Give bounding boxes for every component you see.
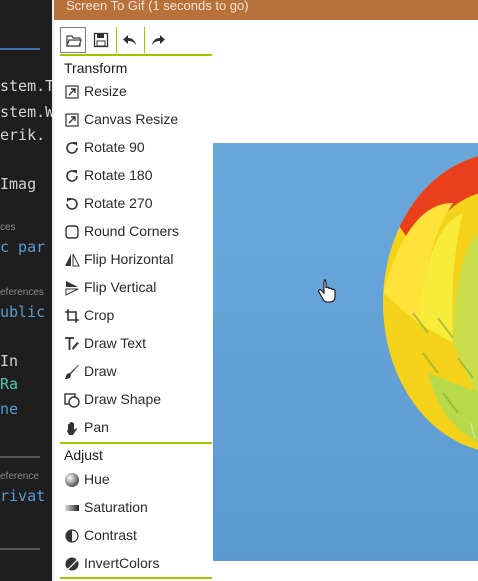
hot-air-balloon-photo <box>213 143 478 561</box>
code-line: c par <box>0 238 46 256</box>
undo-button[interactable] <box>116 27 142 53</box>
section-divider <box>60 442 212 444</box>
flip-vertical-item[interactable]: Flip Vertical <box>64 275 212 301</box>
draw-text-item[interactable]: Draw Text <box>64 331 212 357</box>
pan-label: Pan <box>84 419 109 435</box>
draw-text-label: Draw Text <box>84 335 146 351</box>
canvas-resize-item[interactable]: Canvas Resize <box>64 107 212 133</box>
section-divider <box>60 577 212 579</box>
pan-item[interactable]: Pan <box>64 415 212 441</box>
draw-shape-item[interactable]: Draw Shape <box>64 387 212 413</box>
code-line: Ra <box>0 375 19 393</box>
code-editor-background: stem.T stem.W erik. Imag ces c par efere… <box>0 0 56 581</box>
code-lens: ces <box>0 222 16 233</box>
draw-label: Draw <box>84 363 117 379</box>
code-line: ublic <box>0 303 46 321</box>
crop-item[interactable]: Crop <box>64 303 212 329</box>
title-bar[interactable]: Screen To Gif (1 seconds to go) <box>54 0 478 20</box>
code-line: stem.T <box>0 77 55 95</box>
folder-open-icon <box>66 35 82 47</box>
round-corners-item[interactable]: Round Corners <box>64 219 212 245</box>
hue-item[interactable]: Hue <box>64 467 212 493</box>
transform-section-title: Transform <box>64 60 128 76</box>
flip-horizontal-item[interactable]: Flip Horizontal <box>64 247 212 273</box>
draw-shape-icon <box>64 393 80 408</box>
invert-colors-icon <box>65 557 79 571</box>
rotate-90-label: Rotate 90 <box>84 139 145 155</box>
flip-horizontal-icon <box>65 253 80 267</box>
hue-icon <box>65 473 79 487</box>
toolbar-divider <box>60 54 212 56</box>
code-line: Imag <box>0 175 37 193</box>
flip-horizontal-label: Flip Horizontal <box>84 251 174 267</box>
saturation-icon <box>65 505 79 511</box>
draw-shape-label: Draw Shape <box>84 391 162 407</box>
code-separator <box>0 548 40 550</box>
floppy-disk-icon <box>93 32 109 48</box>
rotate-270-item[interactable]: Rotate 270 <box>64 191 212 217</box>
code-line: erik. <box>0 126 46 144</box>
save-button[interactable] <box>88 27 114 53</box>
contrast-label: Contrast <box>84 527 137 543</box>
rotate-180-icon <box>66 170 78 182</box>
undo-arrow-icon <box>123 35 136 45</box>
crop-label: Crop <box>84 307 115 323</box>
resize-label: Resize <box>84 83 127 99</box>
rotate-270-label: Rotate 270 <box>84 195 153 211</box>
redo-arrow-icon <box>152 35 165 45</box>
draw-text-icon <box>65 337 79 350</box>
resize-icon <box>65 85 79 99</box>
code-line: ne <box>0 400 19 418</box>
contrast-icon <box>65 529 79 543</box>
rotate-180-item[interactable]: Rotate 180 <box>64 163 212 189</box>
canvas-resize-icon <box>65 113 79 127</box>
hue-label: Hue <box>84 471 110 487</box>
code-lens: eference <box>0 471 39 482</box>
code-line: rivat <box>0 487 46 505</box>
saturation-item[interactable]: Saturation <box>64 495 212 521</box>
resize-item[interactable]: Resize <box>64 79 212 105</box>
code-separator <box>0 456 40 458</box>
brush-icon <box>65 365 79 379</box>
window-title: Screen To Gif (1 seconds to go) <box>66 0 249 13</box>
code-lens: eferences <box>0 287 44 298</box>
crop-icon <box>65 309 79 323</box>
redo-button[interactable] <box>144 27 170 53</box>
invert-colors-item[interactable]: InvertColors <box>64 551 212 577</box>
flip-vertical-label: Flip Vertical <box>84 279 157 295</box>
editor-tab-indicator <box>0 48 40 50</box>
round-corners-label: Round Corners <box>84 223 179 239</box>
rotate-180-label: Rotate 180 <box>84 167 153 183</box>
draw-item[interactable]: Draw <box>64 359 212 385</box>
contrast-item[interactable]: Contrast <box>64 523 212 549</box>
rotate-270-icon <box>66 198 78 210</box>
saturation-label: Saturation <box>84 499 148 515</box>
flip-vertical-icon <box>65 281 79 296</box>
hand-cursor-icon <box>318 279 336 303</box>
open-button[interactable] <box>60 27 86 53</box>
rotate-90-icon <box>66 142 78 154</box>
rotate-90-item[interactable]: Rotate 90 <box>64 135 212 161</box>
code-line: In <box>0 352 19 370</box>
code-line: stem.W <box>0 103 55 121</box>
hand-icon <box>67 422 77 435</box>
editor-window: Screen To Gif (1 seconds to go) Transfor… <box>52 0 478 581</box>
image-preview[interactable] <box>213 143 478 561</box>
adjust-section-title: Adjust <box>64 447 103 463</box>
invert-colors-label: InvertColors <box>84 555 160 571</box>
round-corners-icon <box>65 225 79 239</box>
canvas-resize-label: Canvas Resize <box>84 111 179 127</box>
